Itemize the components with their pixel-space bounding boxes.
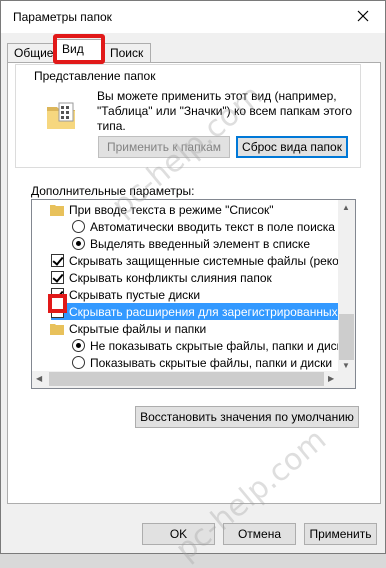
list-item-label: Скрывать расширения для зарегистрированн… [69, 304, 356, 319]
list-item-label: Скрытые файлы и папки [69, 321, 207, 336]
window-title: Параметры папок [13, 10, 112, 24]
folder-views-description: Вы можете применить этот вид (например, … [97, 89, 352, 133]
list-item-label: Скрывать защищенные системные файлы (рек… [69, 253, 356, 268]
restore-defaults-button[interactable]: Восстановить значения по умолчанию [135, 406, 359, 428]
scroll-left-icon[interactable]: ◀ [36, 374, 42, 383]
list-item-label: Не показывать скрытые файлы, папки и дис… [90, 338, 349, 353]
ok-button[interactable]: OK [142, 523, 215, 545]
list-item-label: Показывать скрытые файлы, папки и диски [90, 355, 333, 370]
close-icon [357, 10, 369, 22]
list-item: При вводе текста в режиме "Список" [50, 201, 338, 218]
scroll-corner [338, 371, 355, 388]
list-item-label: Скрывать конфликты слияния папок [69, 270, 272, 285]
horizontal-scroll-thumb[interactable] [49, 372, 324, 386]
list-item: Скрытые файлы и папки [50, 320, 338, 337]
advanced-settings-label: Дополнительные параметры: [31, 184, 195, 198]
list-item[interactable]: Показывать скрытые файлы, папки и диски [72, 354, 338, 371]
cancel-button[interactable]: Отмена [223, 523, 296, 545]
folder-options-window: Параметры папок Общие Вид Поиск Представ… [0, 0, 386, 568]
radio-button[interactable] [72, 339, 85, 352]
checkbox[interactable] [51, 254, 64, 267]
radio-button[interactable] [72, 220, 85, 233]
reset-folders-button[interactable]: Сброс вида папок [236, 136, 348, 158]
list-item[interactable]: Автоматически вводить текст в поле поиск… [72, 218, 338, 235]
tab-general[interactable]: Общие [7, 43, 55, 63]
list-item[interactable]: Скрывать конфликты слияния папок [51, 269, 338, 286]
list-item-label: Автоматически вводить текст в поле поиск… [90, 219, 335, 234]
tab-search[interactable]: Поиск [103, 43, 151, 63]
radio-button[interactable] [72, 356, 85, 369]
scroll-down-icon[interactable]: ▼ [342, 361, 350, 370]
list-item-label: При вводе текста в режиме "Список" [69, 202, 274, 217]
apply-button[interactable]: Применить [304, 523, 377, 545]
list-item-label: Выделять введенный элемент в списке [90, 236, 310, 251]
list-item-selected[interactable]: Скрывать расширения для зарегистрированн… [51, 303, 355, 320]
view-tab-highlight [53, 34, 105, 64]
checkbox[interactable] [51, 271, 64, 284]
vertical-scrollbar[interactable]: ▲ ▼ [338, 200, 355, 373]
apply-to-folders-button[interactable]: Применить к папкам [98, 136, 230, 158]
checkbox-highlight [48, 294, 67, 313]
scroll-up-icon[interactable]: ▲ [342, 203, 350, 212]
folder-icon [50, 204, 64, 216]
folder-views-legend: Представление папок [31, 69, 159, 83]
radio-button[interactable] [72, 237, 85, 250]
advanced-settings-tree[interactable]: При вводе текста в режиме "Список" Автом… [31, 199, 356, 389]
list-item[interactable]: Скрывать пустые диски [51, 286, 338, 303]
folder-icon [50, 323, 64, 335]
list-item[interactable]: Скрывать защищенные системные файлы (рек… [51, 252, 355, 269]
horizontal-scrollbar[interactable]: ◀ ▶ [32, 371, 355, 388]
title-bar: Параметры папок [1, 1, 385, 33]
list-item[interactable]: Не показывать скрытые файлы, папки и дис… [72, 337, 349, 354]
folder-view-icon [47, 102, 75, 129]
scroll-right-icon[interactable]: ▶ [328, 374, 334, 383]
vertical-scroll-thumb[interactable] [339, 314, 354, 360]
close-button[interactable] [341, 1, 385, 31]
list-item[interactable]: Выделять введенный элемент в списке [72, 235, 338, 252]
list-item-label: Скрывать пустые диски [69, 287, 201, 302]
